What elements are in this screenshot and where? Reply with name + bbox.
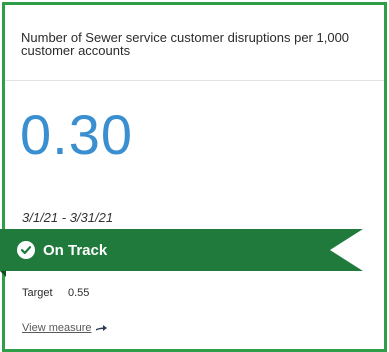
check-circle-icon <box>17 241 35 259</box>
metric-value: 0.30 <box>20 103 133 166</box>
status-banner: On Track <box>0 229 363 271</box>
banner-fold <box>0 271 6 277</box>
measure-title: Number of Sewer service customer disrupt… <box>21 30 350 58</box>
target-value: 0.55 <box>68 287 90 299</box>
view-measure-label: View measure <box>22 322 92 334</box>
title-divider <box>5 80 384 81</box>
date-range: 3/1/21 - 3/31/21 <box>22 210 114 225</box>
arrow-right-icon <box>95 324 107 332</box>
measure-card: Number of Sewer service customer disrupt… <box>2 2 387 352</box>
target-row: Target 0.55 <box>22 287 89 299</box>
status-label: On Track <box>43 241 108 259</box>
view-measure-link[interactable]: View measure <box>22 322 107 334</box>
target-label: Target <box>22 287 53 299</box>
